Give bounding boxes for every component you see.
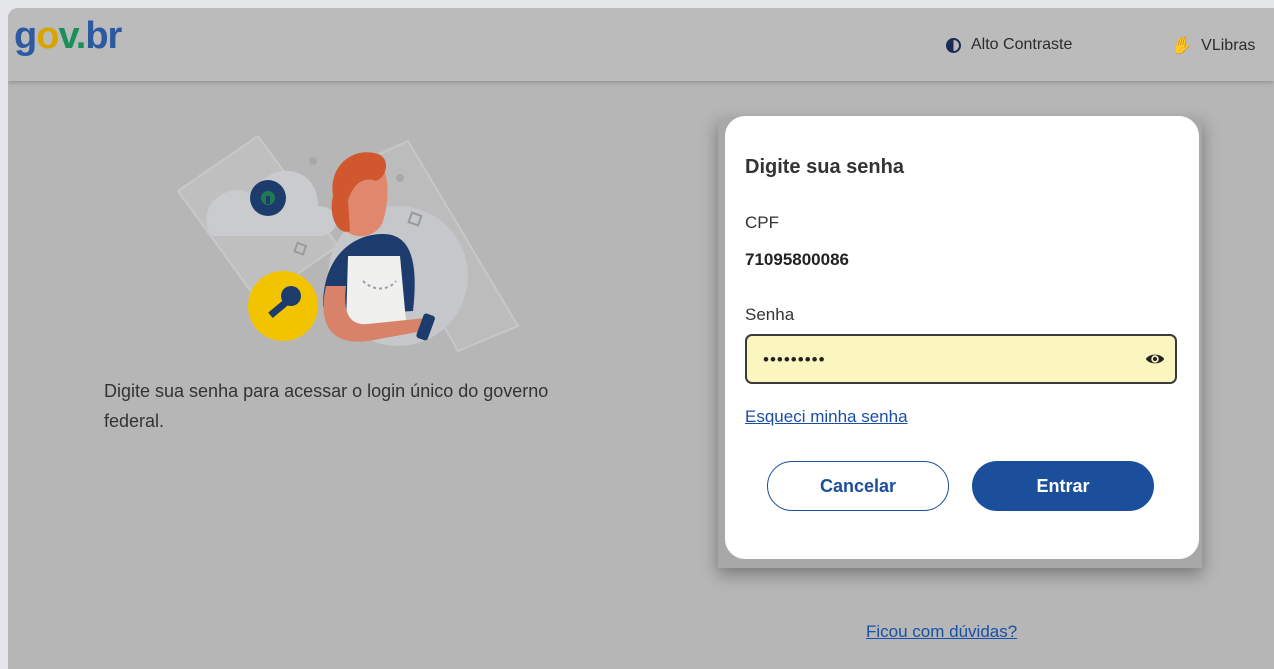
govbr-logo[interactable]: gov.br: [14, 14, 122, 58]
help-link[interactable]: Ficou com dúvidas?: [866, 622, 1017, 642]
high-contrast-label: Alto Contraste: [971, 36, 1073, 53]
password-field[interactable]: [745, 334, 1177, 384]
logo-letter: v: [58, 15, 76, 57]
vlibras-label: VLibras: [1201, 37, 1256, 54]
forgot-password-link[interactable]: Esqueci minha senha: [745, 407, 908, 427]
high-contrast-button[interactable]: Alto Contraste: [946, 36, 1072, 54]
cancel-button[interactable]: Cancelar: [767, 461, 949, 511]
vlibras-hand-icon: ✋: [1170, 36, 1192, 55]
password-input[interactable]: [763, 348, 1133, 372]
submit-button[interactable]: Entrar: [972, 461, 1154, 511]
login-illustration: [176, 136, 520, 353]
app-window: gov.br Alto Contraste ✋ VLibras Digite s…: [8, 8, 1274, 669]
vlibras-button[interactable]: ✋ VLibras: [1170, 36, 1255, 56]
eye-icon[interactable]: [1145, 350, 1165, 368]
contrast-icon: [946, 37, 961, 53]
modal-title: Digite sua senha: [745, 156, 904, 178]
logo-letter: o: [36, 15, 59, 57]
cpf-value: 71095800086: [745, 250, 850, 269]
login-description: Digite sua senha para acessar o login ún…: [104, 381, 549, 431]
cpf-label: CPF: [745, 213, 779, 232]
password-label: Senha: [745, 305, 795, 324]
login-modal: Digite sua senha CPF 71095800086 Senha E…: [725, 116, 1199, 559]
logo-letter: br: [85, 15, 122, 57]
header: gov.br Alto Contraste ✋ VLibras: [8, 8, 1274, 81]
logo-letter: .: [75, 15, 87, 57]
logo-letter: g: [14, 15, 37, 57]
